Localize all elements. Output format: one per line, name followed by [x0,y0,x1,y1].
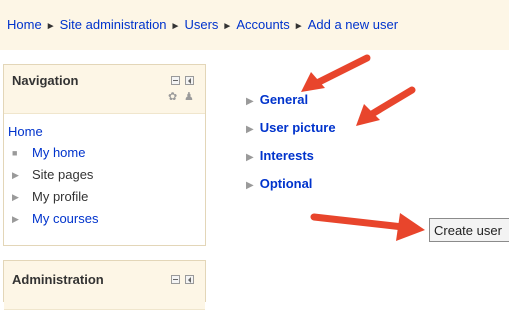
nav-item-my-profile[interactable]: ▶ My profile [4,186,205,208]
nav-home-link[interactable]: Home [8,122,205,142]
section-label[interactable]: User picture [260,120,336,135]
nav-item-label[interactable]: My profile [32,189,88,204]
nav-item-my-courses[interactable]: ▶ My courses [4,208,205,230]
create-user-button[interactable]: Create user [429,218,509,242]
triangle-right-icon: ▶ [246,180,254,191]
minimize-icon[interactable] [171,275,180,284]
triangle-right-icon: ▶ [12,170,19,180]
navigation-block-header: Navigation ✿ ♟ [4,65,205,114]
gear-icon[interactable]: ✿ [168,90,177,103]
navigation-tree: Home ■ My home ▶ Site pages ▶ My profile… [4,114,205,238]
nav-item-label[interactable]: My home [32,145,85,160]
breadcrumb-add-new-user[interactable]: Add a new user [308,17,398,32]
navigation-title: Navigation [12,73,79,88]
administration-title: Administration [12,272,104,287]
minimize-icon[interactable] [171,76,180,85]
nav-item-site-pages[interactable]: ▶ Site pages [4,164,205,186]
form-sections: ▶ General ▶ User picture ▶ Interests ▶ Optio… [246,91,336,203]
section-interests[interactable]: ▶ Interests [246,147,336,175]
administration-block-header: Administration [4,261,205,310]
arrow-annotation-icon [310,213,425,241]
breadcrumb-users[interactable]: Users [184,17,218,32]
breadcrumb-site-administration[interactable]: Site administration [60,17,167,32]
section-label[interactable]: Optional [260,176,313,191]
triangle-right-icon: ▶ [246,152,254,163]
dock-icon[interactable] [185,76,194,85]
triangle-right-icon: ▶ [246,124,254,135]
breadcrumb-separator-icon: ► [170,21,181,32]
triangle-right-icon: ▶ [12,214,19,224]
dock-icon[interactable] [185,275,194,284]
roles-icon[interactable]: ♟ [184,90,194,103]
triangle-right-icon: ▶ [12,192,19,202]
triangle-right-icon: ▶ [246,96,254,107]
administration-block: Administration [3,260,206,310]
nav-item-my-home[interactable]: ■ My home [4,142,205,164]
breadcrumb-separator-icon: ► [222,21,233,32]
section-user-picture[interactable]: ▶ User picture [246,119,336,147]
breadcrumb-bar: Home ► Site administration ► Users ► Accounts ►… [0,0,509,50]
breadcrumb-accounts[interactable]: Accounts [236,17,289,32]
breadcrumb-separator-icon: ► [293,21,304,32]
breadcrumb: Home ► Site administration ► Users ► Accounts ►… [7,17,398,32]
square-bullet-icon: ■ [12,148,18,158]
arrow-annotation-icon [356,86,416,126]
navigation-block: Navigation ✿ ♟ Home ■ My home ▶ Site pag… [3,64,206,246]
section-label[interactable]: Interests [260,148,314,163]
nav-item-label[interactable]: Site pages [32,167,93,182]
breadcrumb-separator-icon: ► [45,21,56,32]
breadcrumb-home[interactable]: Home [7,17,42,32]
nav-item-label[interactable]: My courses [32,211,98,226]
section-optional[interactable]: ▶ Optional [246,175,336,203]
